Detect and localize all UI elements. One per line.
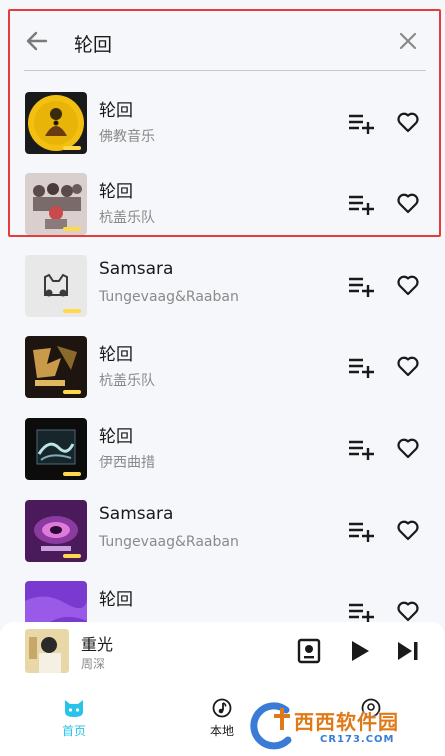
- lyrics-icon[interactable]: [297, 638, 321, 664]
- search-underline: [24, 70, 426, 71]
- mini-player[interactable]: 重光 周深: [0, 622, 445, 680]
- heart-icon[interactable]: [396, 191, 420, 215]
- heart-icon[interactable]: [396, 436, 420, 460]
- quality-tag: [63, 472, 81, 476]
- album-cover: [25, 418, 87, 480]
- album-art-buddhist-icon: [25, 92, 87, 154]
- add-to-playlist-icon[interactable]: [347, 518, 375, 542]
- add-to-playlist-icon[interactable]: [347, 599, 375, 623]
- nav-home[interactable]: 首页: [39, 698, 109, 739]
- song-artist: Tungevaag&Raaban: [99, 534, 239, 550]
- clear-icon[interactable]: [398, 31, 418, 51]
- album-art-portrait-icon: [25, 629, 69, 673]
- quality-tag: [63, 146, 81, 150]
- quality-tag: [63, 309, 81, 313]
- play-icon[interactable]: [349, 639, 371, 663]
- back-arrow-icon[interactable]: [24, 28, 50, 54]
- quality-tag: [63, 390, 81, 394]
- search-bar: 轮回: [0, 0, 445, 72]
- song-row[interactable]: 轮回 杭盖乐队: [0, 163, 445, 245]
- album-cover: [25, 92, 87, 154]
- song-row[interactable]: 轮回 佛教音乐: [0, 82, 445, 164]
- album-art-singer-icon: [25, 336, 87, 398]
- watermark-logo-icon: [250, 702, 292, 750]
- watermark: 西西软件园 CR173.COM: [246, 700, 436, 752]
- heart-icon[interactable]: [396, 354, 420, 378]
- song-title: 轮回: [99, 427, 133, 447]
- watermark-text: 西西软件园: [294, 710, 399, 734]
- album-cover: [25, 173, 87, 235]
- album-cover: [25, 500, 87, 562]
- song-title: 轮回: [99, 101, 133, 121]
- album-art-band-icon: [25, 173, 87, 235]
- song-row[interactable]: Samsara Tungevaag&Raaban: [0, 490, 445, 572]
- skip-next-icon[interactable]: [396, 640, 420, 662]
- album-art-wave-icon: [25, 418, 87, 480]
- nav-home-label: 首页: [61, 724, 86, 738]
- search-input[interactable]: 轮回: [74, 30, 112, 57]
- song-artist: 杭盖乐队: [99, 373, 155, 389]
- album-art-ultra-icon: [25, 500, 87, 562]
- heart-icon[interactable]: [396, 599, 420, 623]
- add-to-playlist-icon[interactable]: [347, 354, 375, 378]
- quality-tag: [63, 227, 81, 231]
- player-cover: [25, 629, 69, 673]
- heart-icon[interactable]: [396, 518, 420, 542]
- song-artist: 佛教音乐: [99, 129, 155, 145]
- song-row[interactable]: Samsara Tungevaag&Raaban: [0, 245, 445, 327]
- song-artist: Tungevaag&Raaban: [99, 289, 239, 305]
- song-title: Samsara: [99, 504, 174, 524]
- player-artist: 周深: [81, 657, 106, 671]
- song-artist: 杭盖乐队: [99, 210, 155, 226]
- music-note-icon: [212, 698, 232, 718]
- song-title: 轮回: [99, 345, 133, 365]
- heart-icon[interactable]: [396, 273, 420, 297]
- album-cover: [25, 255, 87, 317]
- add-to-playlist-icon[interactable]: [347, 191, 375, 215]
- song-title: Samsara: [99, 259, 174, 279]
- add-to-playlist-icon[interactable]: [347, 273, 375, 297]
- song-title: 轮回: [99, 182, 133, 202]
- add-to-playlist-icon[interactable]: [347, 436, 375, 460]
- song-artist: 伊西曲措: [99, 455, 155, 471]
- player-title: 重光: [81, 635, 114, 654]
- album-cover: [25, 336, 87, 398]
- add-to-playlist-icon[interactable]: [347, 110, 375, 134]
- album-art-placeholder-icon: [25, 255, 87, 317]
- cat-icon: [65, 700, 83, 717]
- watermark-url: CR173.COM: [320, 734, 395, 745]
- song-row[interactable]: 轮回 伊西曲措: [0, 408, 445, 490]
- song-row[interactable]: 轮回 杭盖乐队: [0, 326, 445, 408]
- heart-icon[interactable]: [396, 110, 420, 134]
- quality-tag: [63, 554, 81, 558]
- song-title: 轮回: [99, 590, 133, 610]
